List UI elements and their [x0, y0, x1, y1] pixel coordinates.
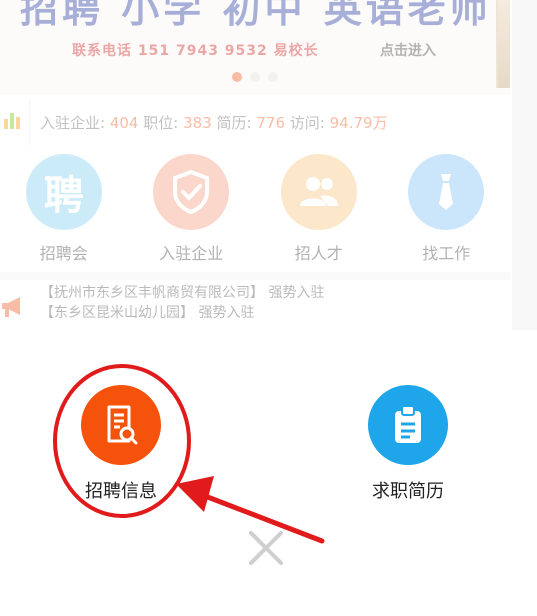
page-side-strip	[512, 0, 537, 330]
people-icon	[280, 154, 357, 230]
carousel-dot[interactable]	[268, 72, 278, 82]
resume-label: 求职简历	[372, 481, 444, 502]
carousel-indicator	[232, 72, 278, 82]
quick-nav-companies[interactable]: 入驻企业	[128, 150, 256, 265]
notice-line[interactable]: 【东乡区昆米山幼儿园】 强势入驻	[40, 302, 254, 322]
tie-icon	[408, 154, 485, 230]
background-page: 招聘 小学 初中 英语老师 联系电话 151 7943 9532 易校长 点击进…	[0, 0, 537, 330]
banner-contact: 联系电话 151 7943 9532 易校长	[72, 43, 319, 59]
quick-nav: 聘 招聘会 入驻企业 招人才 找工作	[0, 150, 510, 265]
stats-resumes-label: 简历:	[216, 113, 252, 132]
stats-resumes-value: 776	[256, 113, 286, 132]
quick-nav-label: 入驻企业	[159, 244, 224, 263]
quick-nav-label: 找工作	[422, 244, 471, 263]
quick-nav-label: 招人才	[294, 244, 343, 263]
megaphone-icon	[2, 297, 20, 317]
post-job-label: 招聘信息	[85, 481, 157, 502]
quick-nav-talent[interactable]: 招人才	[255, 150, 383, 265]
notice-line[interactable]: 【抚州市东乡区丰帆商贸有限公司】 强势入驻	[40, 282, 324, 302]
notice-ticker[interactable]: 【抚州市东乡区丰帆商贸有限公司】 强势入驻 【东乡区昆米山幼儿园】 强势入驻	[0, 272, 510, 328]
document-search-icon	[81, 385, 161, 465]
banner-title: 招聘 小学 初中 英语老师	[20, 0, 492, 31]
carousel-dot[interactable]	[232, 72, 242, 82]
banner-enter-link[interactable]: 点击进入	[380, 40, 436, 60]
carousel-dot[interactable]	[250, 72, 260, 82]
banner-carousel[interactable]: 招聘 小学 初中 英语老师 联系电话 151 7943 9532 易校长 点击进…	[0, 0, 510, 95]
quick-nav-job-fair[interactable]: 聘 招聘会	[0, 150, 128, 265]
bar-chart-icon	[0, 98, 30, 146]
close-icon[interactable]	[248, 530, 284, 566]
shield-check-icon	[153, 154, 230, 230]
clipboard-icon	[368, 385, 448, 465]
quick-nav-label: 招聘会	[39, 244, 88, 263]
post-job-button[interactable]: 招聘信息	[81, 385, 161, 503]
stats-bar: 入驻企业: 404 职位: 383 简历: 776 访问: 94.79万	[0, 98, 510, 146]
stats-companies-value: 404	[109, 113, 139, 132]
job-fair-glyph: 聘	[43, 173, 84, 219]
stats-companies-label: 入驻企业:	[40, 113, 106, 132]
quick-nav-find-job[interactable]: 找工作	[383, 150, 511, 265]
publish-action-sheet: 招聘信息 求职简历	[0, 330, 537, 616]
stats-jobs-value: 383	[183, 113, 212, 132]
stats-jobs-label: 职位:	[143, 113, 179, 132]
pin-character-icon: 聘	[25, 154, 102, 230]
stats-text: 入驻企业: 404 职位: 383 简历: 776 访问: 94.79万	[40, 112, 388, 133]
stats-visits-value: 94.79万	[329, 113, 388, 132]
banner-artwork	[496, 0, 510, 88]
resume-button[interactable]: 求职简历	[368, 385, 448, 503]
stats-visits-label: 访问:	[289, 113, 325, 132]
